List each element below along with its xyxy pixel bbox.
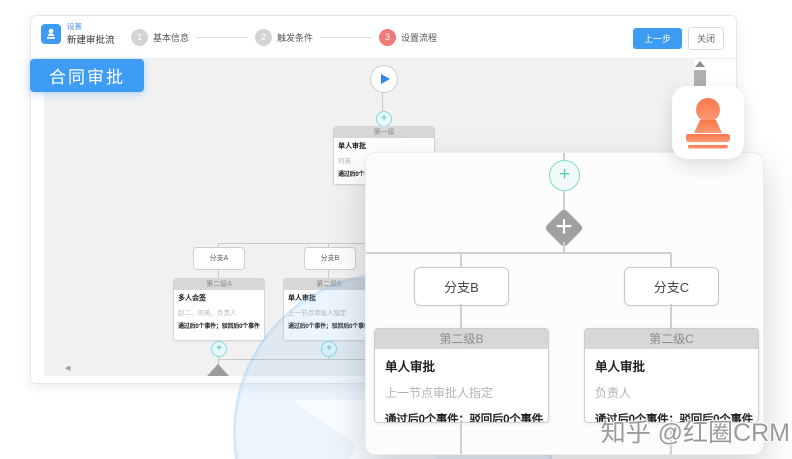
add-node-button[interactable] <box>376 111 392 127</box>
stamp-card <box>672 86 744 159</box>
close-button[interactable]: 关闭 <box>688 27 724 50</box>
add-node-button[interactable] <box>549 160 580 191</box>
page-title: 新建审批流 <box>67 32 115 46</box>
connector-line <box>460 304 462 328</box>
flow-node-level2b-zoomed[interactable]: 第二级B 单人审批 上一节点审批人指定 通过后0个事件；驳回后0个事件 <box>374 328 549 423</box>
flow-start-node[interactable] <box>370 65 398 93</box>
zoomed-flow-panel: + 分支B 分支C 第二级B 单人审批 上一节点审批人指定 通过后0个事件；驳回… <box>365 152 764 455</box>
play-icon <box>381 74 390 84</box>
stamp-icon <box>45 28 57 40</box>
step-connector <box>320 37 372 38</box>
flow-node-level2c-zoomed[interactable]: 第二级C 单人审批 负责人 通过后0个事件；驳回后0个事件 <box>584 328 759 423</box>
wizard-topbar: 设置 新建审批流 1 基本信息 2 触发条件 3 设置流程 上 <box>31 16 736 59</box>
scroll-up-icon[interactable] <box>695 61 705 67</box>
step-2-circle: 2 <box>255 29 272 46</box>
add-node-button[interactable] <box>321 341 337 357</box>
scroll-left-icon[interactable]: ◀ <box>65 364 70 372</box>
wizard-actions: 上一步 关闭 <box>633 27 724 50</box>
plus-icon: + <box>550 214 578 242</box>
step-basic-info[interactable]: 1 基本信息 <box>131 29 189 46</box>
breadcrumb-category: 设置 <box>67 21 82 32</box>
flow-node-level2a[interactable]: 第二级A 多人会签 赵二、何英、负责人 通过后0个事件；驳回后0个事件 <box>173 278 265 341</box>
connector-line <box>670 304 672 328</box>
merge-arrow-icon <box>207 364 229 376</box>
connector-line <box>460 421 462 454</box>
stamp-icon <box>686 97 730 149</box>
flow-branch-a[interactable]: 分支A <box>193 247 245 270</box>
flow-branch-b[interactable]: 分支B <box>304 247 356 270</box>
step-trigger-condition[interactable]: 2 触发条件 <box>255 29 313 46</box>
previous-step-button[interactable]: 上一步 <box>633 28 682 49</box>
connector-line <box>670 253 672 267</box>
branch-c-node[interactable]: 分支C <box>624 267 719 306</box>
connector-line <box>366 252 671 254</box>
wizard-steps: 1 基本信息 2 触发条件 3 设置流程 <box>131 16 437 58</box>
flow-node-level2b[interactable]: 第二级B 单人审批 上一节点审批人指定 通过后0个事件；驳回后0个事件 <box>283 278 375 341</box>
step-set-process[interactable]: 3 设置流程 <box>379 29 437 46</box>
site-watermark: 知乎 @红圈CRM <box>601 413 790 449</box>
approval-app-icon <box>41 24 61 44</box>
connector-line <box>382 91 383 111</box>
step-1-circle: 1 <box>131 29 148 46</box>
step-3-circle-active: 3 <box>379 29 396 46</box>
connector-line <box>460 253 462 267</box>
screenshot-root: 设置 新建审批流 1 基本信息 2 触发条件 3 设置流程 上 <box>0 0 792 459</box>
contract-approval-tag: 合同审批 <box>30 59 144 92</box>
branch-b-node[interactable]: 分支B <box>414 267 509 306</box>
step-connector <box>196 37 248 38</box>
add-node-button[interactable] <box>211 341 227 357</box>
